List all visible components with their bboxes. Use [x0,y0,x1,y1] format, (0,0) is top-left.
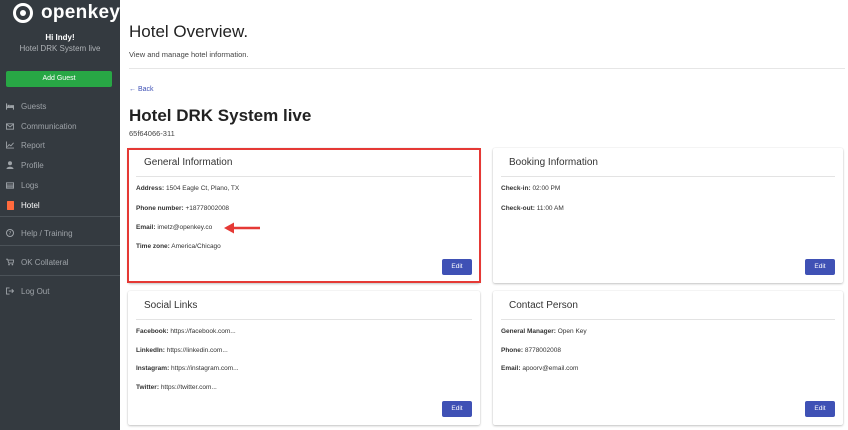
edit-social-button[interactable]: Edit [442,401,472,417]
header-divider [129,68,845,69]
list-icon [6,181,14,189]
checkout-field: Check-out: 11:00 AM [501,205,564,212]
edit-booking-button[interactable]: Edit [805,259,835,275]
bed-icon [6,102,14,110]
card-title: General Information [144,157,233,168]
hotel-id: 65f64066-311 [129,129,175,138]
building-icon [6,200,14,210]
card-divider [136,176,472,177]
sidebar-item-label: OK Collateral [21,257,69,267]
social-links-card: Social Links Facebook: https://facebook.… [128,291,480,425]
card-title: Social Links [144,300,198,311]
envelope-icon [6,122,14,130]
openkey-logo-icon [13,3,33,23]
twitter-field: Twitter: https://twitter.com... [136,384,217,391]
sidebar-hotel-name: Hotel DRK System live [19,44,101,53]
back-link-label: Back [137,86,154,93]
sidebar-item-label: Guests [21,101,47,111]
address-field: Address: 1504 Eagle Ct, Plano, TX [136,185,240,192]
cart-icon [6,258,14,266]
main-content: Hotel Overview. View and manage hotel in… [120,0,848,430]
email-field: Email: imetz@openkey.co [136,224,213,231]
back-link[interactable]: ← Back [129,86,154,93]
checkin-field: Check-in: 02:00 PM [501,185,561,192]
contact-phone-field: Phone: 8778002008 [501,347,561,354]
sidebar-item-log-out[interactable]: Log Out [0,284,120,298]
timezone-field: Time zone: America/Chicago [136,243,221,250]
sidebar-item-guests[interactable]: Guests [0,99,120,113]
arrow-left-icon: ← [129,86,136,93]
card-divider [501,319,835,320]
facebook-field: Facebook: https://facebook.com... [136,328,236,335]
add-guest-button[interactable]: Add Guest [6,71,112,87]
sidebar-item-label: Log Out [21,286,50,296]
user-greeting: Hi Indy! [45,33,75,42]
card-title: Booking Information [509,157,598,168]
edit-contact-button[interactable]: Edit [805,401,835,417]
contact-email-field: Email: apoorv@email.com [501,365,579,372]
sidebar-item-communication[interactable]: Communication [0,119,120,133]
contact-person-card: Contact Person General Manager: Open Key… [493,291,843,425]
sidebar-item-profile[interactable]: Profile [0,158,120,172]
card-divider [136,319,472,320]
svg-text:?: ? [9,231,12,237]
chart-icon [6,141,14,149]
sidebar-item-label: Profile [21,160,44,170]
logout-icon [6,287,14,295]
brand-name: openkey [41,2,121,23]
sidebar-item-label: Help / Training [21,228,73,238]
general-information-card: General Information Address: 1504 Eagle … [128,148,480,283]
sidebar-item-label: Logs [21,180,39,190]
brand-logo[interactable]: openkey [13,0,120,26]
instagram-field: Instagram: https://instagram.com... [136,365,239,372]
sidebar-item-label: Hotel [21,200,40,210]
help-icon: ? [6,229,14,237]
sidebar-item-label: Communication [21,121,77,131]
hotel-name-heading: Hotel DRK System live [129,106,312,125]
edit-general-button[interactable]: Edit [442,259,472,275]
annotation-arrow-icon [224,222,260,234]
user-icon [6,161,14,169]
sidebar-divider [0,216,120,217]
page-title: Hotel Overview. [129,22,249,41]
sidebar-item-ok-collateral[interactable]: OK Collateral [0,255,120,269]
linkedin-field: LinkedIn: https://linkedin.com... [136,347,228,354]
page-subtitle: View and manage hotel information. [129,50,249,59]
sidebar-item-hotel[interactable]: Hotel [0,198,120,212]
booking-information-card: Booking Information Check-in: 02:00 PM C… [493,148,843,283]
sidebar: openkey Hi Indy! Hotel DRK System live A… [0,0,120,430]
manager-field: General Manager: Open Key [501,328,587,335]
sidebar-item-label: Report [21,140,46,150]
phone-field: Phone number: +18778002008 [136,205,230,212]
card-title: Contact Person [509,300,578,311]
sidebar-item-report[interactable]: Report [0,138,120,152]
sidebar-item-help-training[interactable]: ? Help / Training [0,226,120,240]
sidebar-divider [0,275,120,276]
sidebar-divider [0,245,120,246]
sidebar-item-logs[interactable]: Logs [0,178,120,192]
card-divider [501,176,835,177]
